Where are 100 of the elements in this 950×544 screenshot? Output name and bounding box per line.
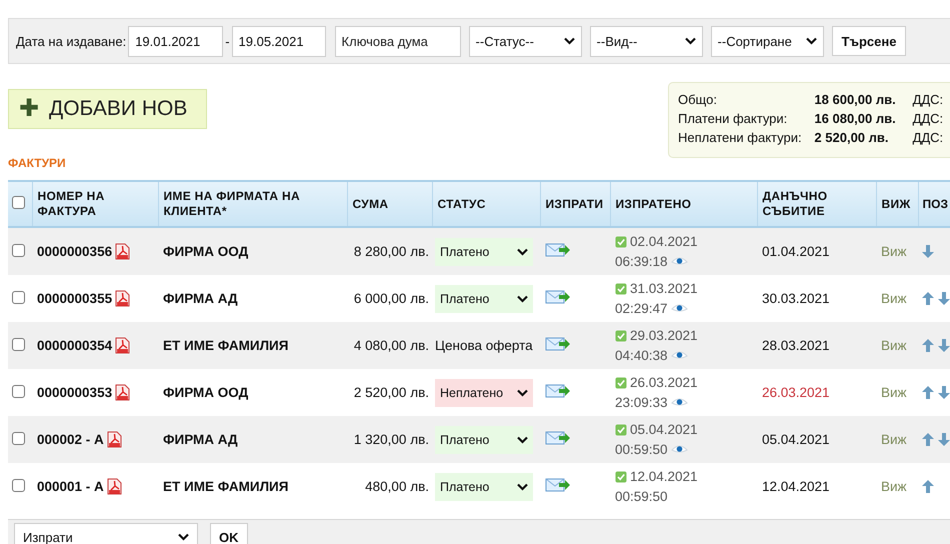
down-arrow-icon[interactable]	[938, 292, 950, 305]
caret-icon	[178, 533, 189, 541]
bulk-action-select[interactable]: Изпрати	[14, 523, 198, 544]
view-link[interactable]: Виж	[881, 385, 907, 400]
up-arrow-icon[interactable]	[922, 480, 934, 493]
keyword-field[interactable]: Ключова дума	[334, 26, 461, 56]
tax-event-date: 01.04.2021	[762, 244, 830, 259]
client-name: ЕТ ИМЕ ФАМИЛИЯ	[163, 479, 288, 494]
send-email-icon[interactable]	[545, 430, 571, 446]
caret-icon	[517, 482, 528, 490]
vat-label: ДДС:	[912, 92, 944, 107]
row-checkbox[interactable]	[12, 384, 25, 398]
pdf-icon	[115, 384, 130, 401]
send-email-icon[interactable]	[545, 383, 571, 399]
pdf-icon	[115, 337, 130, 354]
invoice-number[interactable]: 000002 - А	[37, 432, 104, 447]
caret-icon	[517, 436, 528, 444]
caret-icon	[806, 37, 817, 45]
client-name: ФИРМА ООД	[163, 244, 248, 259]
date-label: Дата на издаване:	[16, 34, 126, 48]
sent-check-icon	[615, 282, 627, 295]
column-header: ДАНЪЧНО СЪБИТИЕ	[762, 189, 828, 218]
summary-value: 16 080,00 лв.	[814, 111, 897, 126]
invoice-number[interactable]: 0000000356	[37, 244, 112, 259]
down-arrow-icon[interactable]	[938, 433, 950, 446]
column-header: ИЗПРАТИ	[546, 196, 604, 210]
column-header: ИЗПРАТЕНО	[616, 196, 692, 210]
view-link[interactable]: Виж	[881, 291, 907, 306]
amount: 1 320,00 лв.	[354, 432, 429, 447]
pdf-icon	[106, 478, 122, 495]
sent-check-icon	[615, 424, 627, 436]
column-header: ИМЕ НА ФИРМАТА НА КЛИЕНТА*	[164, 189, 300, 218]
status-select[interactable]: Платено	[435, 284, 533, 312]
sent-time: 00:59:50	[615, 488, 668, 506]
vat-label: ДДС:	[912, 130, 944, 145]
down-arrow-icon[interactable]	[938, 339, 950, 352]
status-text: Ценова оферта	[435, 338, 533, 353]
filter-select[interactable]: --Вид--	[590, 26, 703, 56]
send-email-icon[interactable]	[545, 289, 571, 305]
status-select[interactable]: Платено	[435, 426, 533, 454]
select-all-checkbox[interactable]	[12, 196, 25, 208]
row-checkbox[interactable]	[12, 290, 25, 304]
caret-icon	[517, 248, 528, 256]
send-email-icon[interactable]	[545, 242, 571, 258]
tax-event-date: 26.03.2021	[762, 385, 830, 400]
row-checkbox[interactable]	[12, 244, 25, 256]
filter-select[interactable]: --Сортиране	[710, 26, 824, 56]
invoice-number[interactable]: 0000000355	[37, 291, 112, 306]
sent-time: 00:59:50	[615, 440, 668, 458]
up-arrow-icon[interactable]	[922, 339, 934, 352]
summary-label: Платени фактури:	[678, 111, 788, 126]
status-select[interactable]: Неплатено	[435, 378, 533, 406]
sent-date: 29.03.2021	[630, 326, 698, 345]
amount: 480,00 лв.	[365, 479, 429, 494]
client-name: ЕТ ИМЕ ФАМИЛИЯ	[163, 338, 288, 353]
caret-icon	[517, 388, 528, 396]
sent-time: 02:29:47	[615, 300, 668, 318]
filter-select[interactable]: --Статус--	[468, 26, 582, 56]
sent-check-icon	[615, 236, 627, 248]
sent-check-icon	[615, 330, 627, 342]
summary-label: Общо:	[678, 92, 718, 107]
up-arrow-icon[interactable]	[922, 292, 934, 305]
row-checkbox[interactable]	[12, 478, 25, 492]
caret-icon	[517, 294, 528, 302]
add-new-button[interactable]: ✚ ДОБАВИ НОВ	[8, 89, 207, 129]
amount: 2 520,00 лв.	[354, 385, 429, 400]
invoice-number[interactable]: 0000000354	[37, 338, 112, 353]
down-arrow-icon[interactable]	[922, 245, 934, 258]
sent-time: 06:39:18	[615, 252, 668, 270]
date-from-field[interactable]: 19.01.2021	[128, 26, 224, 56]
tax-event-date: 12.04.2021	[762, 479, 830, 494]
client-name: ФИРМА ООД	[163, 385, 248, 400]
caret-icon	[564, 37, 575, 45]
summary-value: 2 520,00 лв.	[814, 130, 890, 145]
send-email-icon[interactable]	[545, 477, 571, 493]
client-name: ФИРМА АД	[163, 291, 238, 306]
pdf-icon	[115, 243, 130, 260]
sent-check-icon	[615, 376, 627, 389]
amount: 6 000,00 лв.	[354, 291, 429, 306]
sent-date: 05.04.2021	[630, 420, 698, 439]
client-name: ФИРМА АД	[163, 432, 238, 447]
column-header: ПОЗ	[922, 196, 948, 210]
sent-date: 12.04.2021	[630, 468, 698, 486]
up-arrow-icon[interactable]	[922, 433, 934, 446]
search-button[interactable]: Търсене	[832, 26, 906, 56]
invoice-number[interactable]: 0000000353	[37, 385, 112, 400]
up-arrow-icon[interactable]	[922, 386, 934, 399]
tax-event-date: 05.04.2021	[762, 432, 830, 447]
status-select[interactable]: Платено	[435, 472, 533, 500]
invoice-number[interactable]: 000001 - А	[37, 479, 104, 494]
sent-date: 02.04.2021	[630, 232, 698, 251]
column-header: СТАТУС	[438, 196, 486, 210]
row-checkbox[interactable]	[12, 432, 25, 444]
send-email-icon[interactable]	[545, 336, 571, 352]
view-link[interactable]: Виж	[881, 479, 907, 494]
down-arrow-icon[interactable]	[938, 386, 950, 399]
date-to-field[interactable]: 19.05.2021	[232, 26, 326, 56]
status-select[interactable]: Платено	[435, 238, 533, 266]
ok-button[interactable]: OK	[210, 523, 248, 544]
row-checkbox[interactable]	[12, 338, 25, 350]
